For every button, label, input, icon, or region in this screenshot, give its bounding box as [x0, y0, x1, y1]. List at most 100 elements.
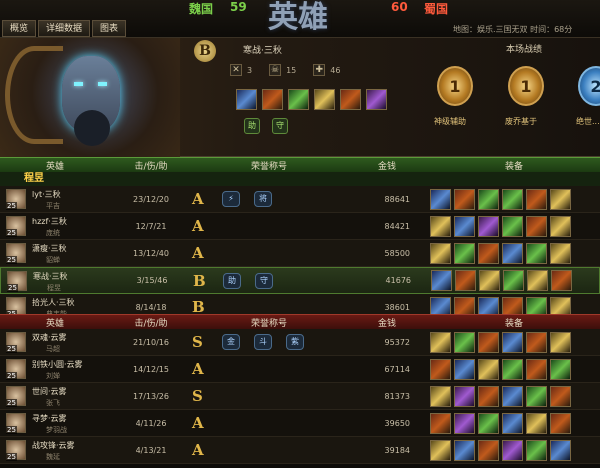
item-slot-icon[interactable]	[262, 89, 283, 110]
table-row[interactable]: 25 别铁小圆·云雾 刘婵 14/12/15 A 67114	[0, 356, 600, 383]
hero-item-row	[236, 89, 387, 110]
medal-icon[interactable]: 1	[508, 66, 544, 106]
item-slot-icon[interactable]	[366, 89, 387, 110]
item-slot-icon[interactable]	[430, 439, 451, 461]
item-slot-icon[interactable]	[454, 242, 475, 264]
item-slot-icon[interactable]	[526, 242, 547, 264]
assist-title-icon[interactable]: 助	[244, 118, 260, 134]
item-slot-icon[interactable]	[550, 331, 571, 353]
item-slot-icon[interactable]	[550, 242, 571, 264]
kda-value: 12/7/21	[135, 221, 167, 231]
item-slot-icon[interactable]	[430, 385, 451, 407]
medal-icon[interactable]: 2	[578, 66, 600, 106]
table-row[interactable]: 25 双魂·云雾 马超 21/10/16 S 金斗紫 95372	[0, 329, 600, 356]
honor-title-icon[interactable]: 助	[223, 272, 241, 289]
medal-label: 神级辅助	[434, 117, 466, 126]
item-slot-icon[interactable]	[527, 270, 548, 291]
item-slot-icon[interactable]	[454, 331, 475, 353]
item-slot-icon[interactable]	[526, 188, 547, 210]
medal-label: 绝世...	[576, 117, 600, 126]
item-slot-icon[interactable]	[479, 270, 500, 291]
item-slot-icon[interactable]	[478, 215, 499, 237]
item-slot-icon[interactable]	[478, 358, 499, 380]
item-slot-icon[interactable]	[550, 358, 571, 380]
table-row[interactable]: 25 寒战·三秋 程昱 3/15/46 B 助守 41676	[0, 267, 600, 294]
item-slot-icon[interactable]	[502, 188, 523, 210]
item-slot-icon[interactable]	[502, 242, 523, 264]
item-slot-icon[interactable]	[502, 385, 523, 407]
item-slot-icon[interactable]	[550, 412, 571, 434]
item-slot-icon[interactable]	[454, 215, 475, 237]
item-slot-icon[interactable]	[478, 188, 499, 210]
item-slot-icon[interactable]	[478, 331, 499, 353]
player-name: 寒战·三秋	[33, 272, 68, 281]
item-slot-icon[interactable]	[454, 358, 475, 380]
medal-icon[interactable]: 1	[437, 66, 473, 106]
gold-value: 41676	[385, 276, 411, 285]
item-slot-icon[interactable]	[430, 412, 451, 434]
item-slot-icon[interactable]	[526, 385, 547, 407]
gold-value: 67114	[384, 364, 410, 374]
item-slot-icon[interactable]	[454, 385, 475, 407]
item-slot-icon[interactable]	[430, 215, 451, 237]
table-row[interactable]: 25 潇瘦·三秋 貂蝉 13/12/40 A 58500	[0, 240, 600, 267]
tab-chart[interactable]: 图表	[92, 20, 127, 37]
honor-title-icon[interactable]: 金	[222, 334, 240, 350]
item-slot-icon[interactable]	[551, 270, 572, 291]
item-slot-icon[interactable]	[478, 385, 499, 407]
item-slot-icon[interactable]	[550, 215, 571, 237]
item-slot-icon[interactable]	[526, 439, 547, 461]
team-red-table: 英雄 击/伤/助 荣誉称号 金钱 装备 25 双魂·云雾 马超 21/10/16 S 金斗…	[0, 314, 600, 464]
honor-title-icon[interactable]: 斗	[254, 334, 272, 350]
item-slot-icon[interactable]	[502, 331, 523, 353]
item-slot-icon[interactable]	[550, 188, 571, 210]
defense-title-icon[interactable]: 守	[272, 118, 288, 134]
honor-title-icon[interactable]: ⚡	[222, 191, 240, 207]
item-slot-icon[interactable]	[550, 385, 571, 407]
item-slot-icon[interactable]	[430, 188, 451, 210]
honor-title-icon[interactable]: 将	[254, 191, 272, 207]
item-slot-icon[interactable]	[431, 270, 452, 291]
top-bar: 概览 详细数据 图表 魏国 59 英雄 60 蜀国 地图：娱乐.三国无双 时间：…	[0, 0, 600, 38]
table-row[interactable]: 25 世间·云雾 张飞 17/13/26 S 81373	[0, 383, 600, 410]
deaths-value: 15	[286, 65, 297, 75]
item-slot-icon[interactable]	[454, 412, 475, 434]
item-slot-icon[interactable]	[502, 215, 523, 237]
gold-value: 39184	[384, 445, 410, 455]
item-slot-icon[interactable]	[430, 358, 451, 380]
item-slot-icon[interactable]	[236, 89, 257, 110]
item-slot-icon[interactable]	[430, 331, 451, 353]
table-row[interactable]: 25 hzzf·三秋 庞统 12/7/21 A 84421	[0, 213, 600, 240]
player-name: 战攻锋·云雾	[32, 441, 75, 450]
item-slot-icon[interactable]	[314, 89, 335, 110]
item-slot-icon[interactable]	[478, 242, 499, 264]
item-slot-icon[interactable]	[526, 215, 547, 237]
player-cell: 25 战攻锋·云雾 魏延	[0, 437, 110, 463]
honor-title-icon[interactable]: 守	[255, 272, 273, 289]
table-row[interactable]: 25 战攻锋·云雾 魏延 4/13/21 A 39184	[0, 437, 600, 464]
item-slot-icon[interactable]	[526, 358, 547, 380]
item-slot-icon[interactable]	[455, 270, 476, 291]
tab-detailed-data[interactable]: 详细数据	[38, 20, 91, 37]
item-slot-icon[interactable]	[430, 242, 451, 264]
col-kda: 击/伤/助	[134, 318, 168, 329]
player-name: lyt·三秋	[32, 190, 61, 199]
kda-value: 21/10/16	[133, 337, 169, 347]
table-row[interactable]: 25 寻梦·云雾 梦羽战 4/11/26 A 39650	[0, 410, 600, 437]
item-slot-icon[interactable]	[526, 331, 547, 353]
item-slot-icon[interactable]	[502, 439, 523, 461]
honor-title-icon[interactable]: 紫	[286, 334, 304, 350]
item-slot-icon[interactable]	[550, 439, 571, 461]
tab-overview[interactable]: 概览	[2, 20, 37, 37]
item-slot-icon[interactable]	[478, 439, 499, 461]
item-slot-icon[interactable]	[478, 412, 499, 434]
item-slot-icon[interactable]	[288, 89, 309, 110]
item-slot-icon[interactable]	[502, 358, 523, 380]
table-row[interactable]: 25 lyt·三秋 平吉 23/12/20 A ⚡ 将 88641	[0, 186, 600, 213]
item-slot-icon[interactable]	[454, 439, 475, 461]
item-slot-icon[interactable]	[502, 412, 523, 434]
item-slot-icon[interactable]	[454, 188, 475, 210]
item-slot-icon[interactable]	[526, 412, 547, 434]
item-slot-icon[interactable]	[503, 270, 524, 291]
item-slot-icon[interactable]	[340, 89, 361, 110]
